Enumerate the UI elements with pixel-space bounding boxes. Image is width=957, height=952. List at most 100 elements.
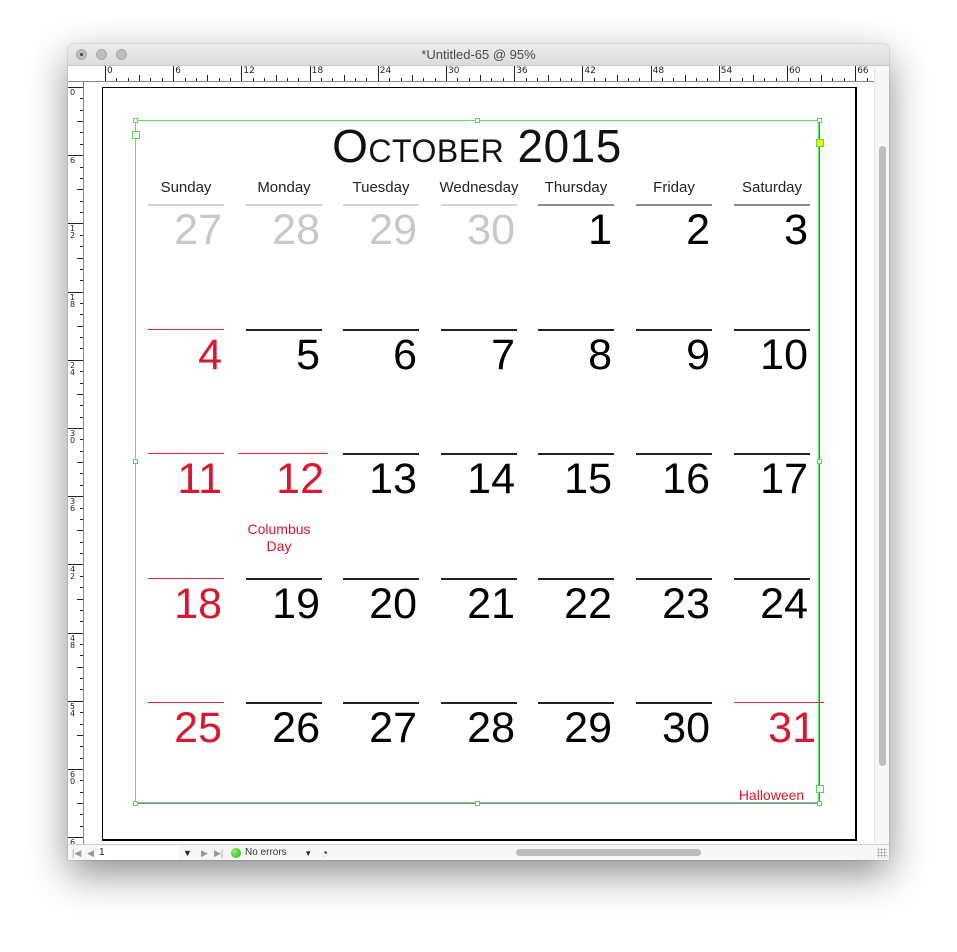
resize-handle-right[interactable] xyxy=(817,459,822,464)
preflight-status-text[interactable]: No errors xyxy=(245,845,287,860)
horizontal-ruler[interactable]: 0 6 12 18 24 30 36 42 48 54 60 66 xyxy=(68,66,879,82)
calendar-day-cell[interactable]: 3 xyxy=(734,204,810,328)
ruler-minor-tick xyxy=(80,791,83,793)
ruler-label-text: 18 xyxy=(70,292,76,309)
pasteboard[interactable]: October 2015 Sunday Monday Tuesday Wednesda… xyxy=(84,82,874,844)
next-page-icon[interactable]: ▶ xyxy=(201,845,208,860)
weekday-header-friday: Friday xyxy=(653,179,695,196)
calendar-day-cell[interactable]: 19 xyxy=(246,578,322,702)
ruler-minor-tick xyxy=(752,75,754,81)
calendar-day-cell[interactable]: 8 xyxy=(538,329,614,453)
ruler-minor-tick xyxy=(80,382,83,384)
calendar-day-cell[interactable]: 18 xyxy=(148,578,224,702)
ruler-minor-tick xyxy=(252,78,254,81)
calendar-day-cell[interactable]: 2 xyxy=(636,204,712,328)
ruler-minor-tick xyxy=(661,78,663,81)
calendar-day-cell[interactable]: 21 xyxy=(441,578,517,702)
ruler-label-text: 24 xyxy=(70,360,76,377)
calendar-day-cell[interactable]: 11 xyxy=(148,453,224,577)
ruler-label-text: 42 xyxy=(70,565,76,582)
ruler-minor-tick xyxy=(80,166,83,168)
resize-handle-left[interactable] xyxy=(133,459,138,464)
horizontal-scroll-thumb[interactable] xyxy=(516,849,701,856)
calendar-day-cell[interactable]: 28 xyxy=(441,702,517,826)
calendar-day-cell[interactable]: 5 xyxy=(246,329,322,453)
ruler-minor-tick xyxy=(832,78,834,81)
preflight-menu-chevron-icon[interactable]: ▾ xyxy=(306,845,311,860)
ruler-minor-tick xyxy=(80,246,83,248)
ruler-minor-tick xyxy=(730,78,732,81)
calendar-day-cell[interactable]: 24 xyxy=(734,578,810,702)
ruler-minor-tick xyxy=(491,78,493,81)
calendar-day-cell[interactable]: 30 xyxy=(441,204,517,328)
vertical-ruler[interactable]: 0 6 12 18 24 30 36 42 48 54 60 6 xyxy=(68,82,84,860)
ruler-minor-tick xyxy=(80,177,83,179)
ruler-minor-tick xyxy=(77,666,83,668)
document-open-icon[interactable]: ◔ xyxy=(321,845,328,860)
calendar-day-cell[interactable]: 10 xyxy=(734,329,810,453)
ruler-label-text: 0 xyxy=(70,88,76,97)
calendar-day-cell[interactable]: 1 xyxy=(538,204,614,328)
previous-page-icon[interactable]: ◀ xyxy=(87,845,94,860)
columbus-day-label: Columbus Day xyxy=(239,521,319,555)
ruler-label: 36 xyxy=(516,66,528,76)
day-number: 4 xyxy=(198,331,222,379)
day-number: 26 xyxy=(272,704,320,752)
calendar-day-cell[interactable]: 23 xyxy=(636,578,712,702)
vertical-scrollbar[interactable] xyxy=(874,66,889,844)
day-number: 27 xyxy=(369,704,417,752)
calendar-title: October 2015 xyxy=(332,120,622,172)
ruler-minor-tick xyxy=(80,234,83,236)
ruler-minor-tick xyxy=(593,78,595,81)
resize-grip-icon[interactable] xyxy=(877,848,887,858)
calendar-day-cell[interactable]: 28 xyxy=(246,204,322,328)
calendar-day-cell[interactable]: 26 xyxy=(246,702,322,826)
calendar-day-cell[interactable]: 17 xyxy=(734,453,810,577)
vertical-scroll-thumb[interactable] xyxy=(879,146,886,766)
ruler-minor-tick xyxy=(80,98,83,100)
ruler-label: 36 xyxy=(70,498,78,513)
day-number: 29 xyxy=(369,206,417,254)
calendar-day-cell[interactable]: 13 xyxy=(343,453,419,577)
ruler-minor-tick xyxy=(80,643,83,645)
last-page-icon[interactable]: ▶| xyxy=(214,845,223,860)
calendar-day-cell[interactable]: 27 xyxy=(148,204,224,328)
calendar-day-cell[interactable]: 31 xyxy=(734,702,824,826)
ruler-minor-tick xyxy=(343,75,345,81)
calendar-day-cell[interactable]: 27 xyxy=(343,702,419,826)
page-menu-chevron-icon[interactable]: ▼ xyxy=(183,845,192,860)
calendar-day-cell[interactable]: 29 xyxy=(343,204,419,328)
calendar-day-cell[interactable]: 7 xyxy=(441,329,517,453)
page-number-field[interactable]: 1 xyxy=(96,846,179,860)
ruler-label: 12 xyxy=(70,225,78,240)
ruler-minor-tick xyxy=(80,268,83,270)
calendar-day-cell[interactable]: 16 xyxy=(636,453,712,577)
ruler-minor-tick xyxy=(320,78,322,81)
day-number: 7 xyxy=(491,331,515,379)
ruler-major-tick xyxy=(514,66,516,81)
first-page-icon[interactable]: |◀ xyxy=(72,845,81,860)
ruler-minor-tick xyxy=(536,78,538,81)
resize-handle-bottom-left[interactable] xyxy=(133,801,138,806)
calendar-day-cell[interactable]: 9 xyxy=(636,329,712,453)
calendar-day-cell[interactable]: 30 xyxy=(636,702,712,826)
calendar-day-cell[interactable]: 12 xyxy=(238,453,328,577)
calendar-day-cell[interactable]: 29 xyxy=(538,702,614,826)
calendar-day-cell[interactable]: 6 xyxy=(343,329,419,453)
day-number: 2 xyxy=(686,206,710,254)
ruler-minor-tick xyxy=(80,541,83,543)
ruler-minor-tick xyxy=(77,734,83,736)
day-number: 10 xyxy=(760,331,808,379)
day-rule xyxy=(238,453,328,454)
calendar-day-cell[interactable]: 25 xyxy=(148,702,224,826)
calendar-day-cell[interactable]: 22 xyxy=(538,578,614,702)
ruler-major-tick xyxy=(855,66,857,81)
calendar-day-cell[interactable]: 4 xyxy=(148,329,224,453)
ruler-minor-tick xyxy=(275,75,277,81)
calendar-day-cell[interactable]: 14 xyxy=(441,453,517,577)
ruler-minor-tick xyxy=(80,439,83,441)
calendar-day-cell[interactable]: 20 xyxy=(343,578,419,702)
title-bar[interactable]: *Untitled-65 @ 95% xyxy=(68,44,889,66)
calendar-day-cell[interactable]: 15 xyxy=(538,453,614,577)
ruler-minor-tick xyxy=(80,337,83,339)
